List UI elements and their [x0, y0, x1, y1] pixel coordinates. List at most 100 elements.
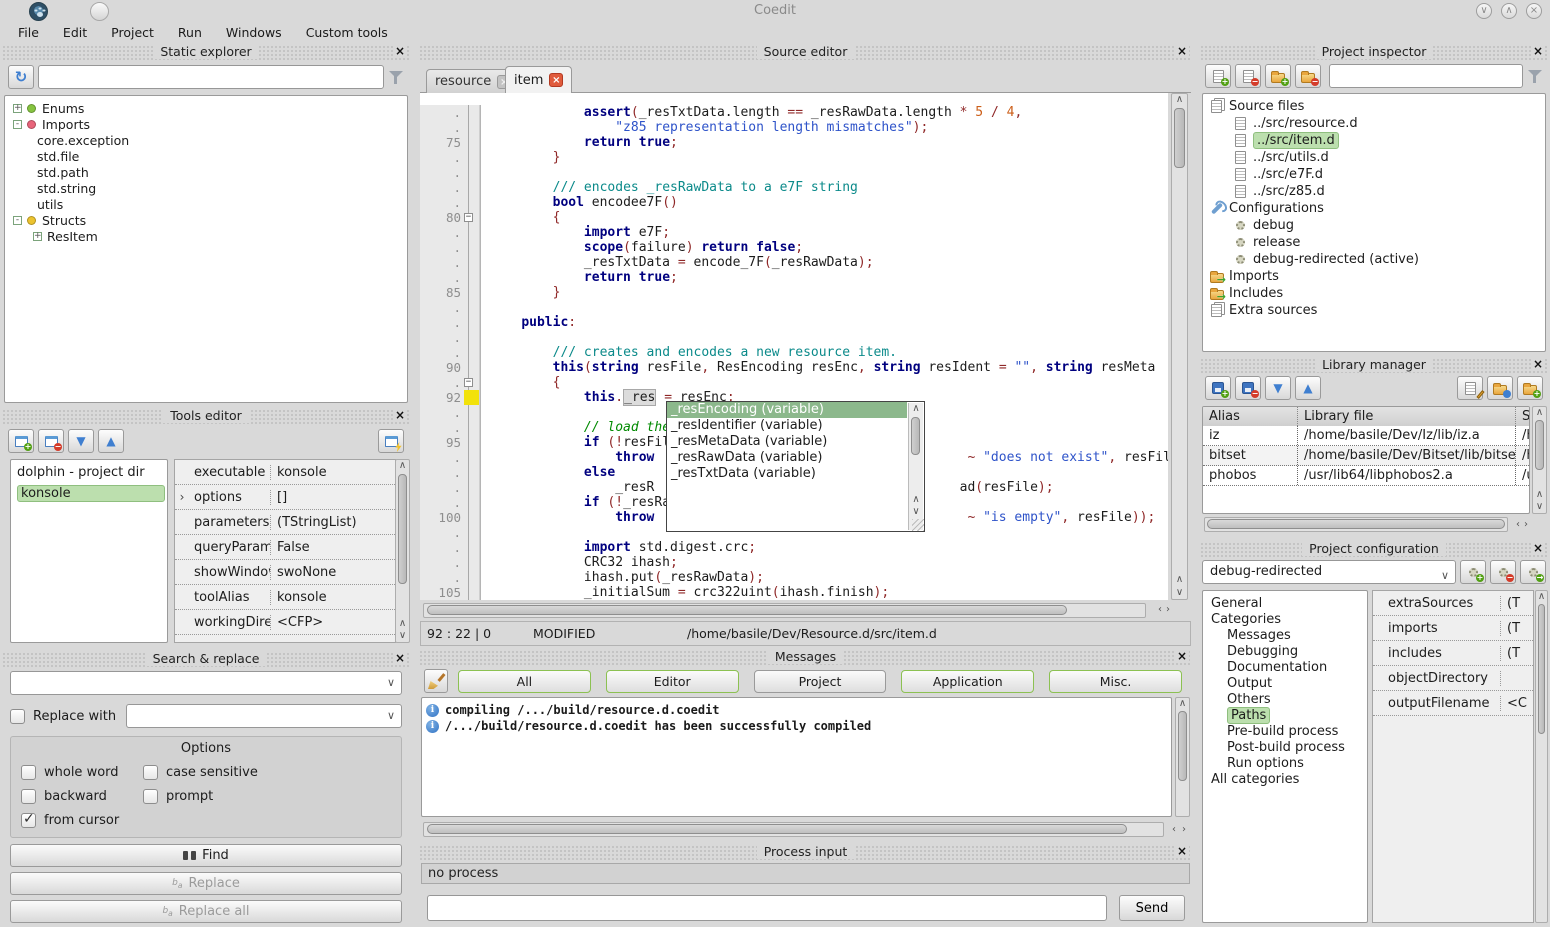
- column-header-library-file[interactable]: Library file: [1298, 407, 1516, 426]
- move-library-down-button[interactable]: ▼: [1265, 376, 1291, 400]
- fold-margin[interactable]: [464, 525, 480, 540]
- code-line[interactable]: . CRC32 ihash;: [420, 555, 1168, 570]
- category-item[interactable]: Categories: [1205, 611, 1365, 627]
- add-library-folder-button[interactable]: +: [1517, 376, 1543, 400]
- fold-margin[interactable]: [464, 195, 480, 210]
- library-vscrollbar[interactable]: ∧ ∧ ∨: [1532, 406, 1547, 514]
- property-row[interactable]: showWindowswoNone: [175, 560, 395, 585]
- message-item[interactable]: i/.../build/resource.d.coedit has been s…: [426, 718, 1167, 734]
- property-value[interactable]: (T: [1501, 621, 1533, 636]
- add-source-button[interactable]: +: [1205, 64, 1231, 88]
- project-tree-item[interactable]: debug: [1205, 217, 1543, 234]
- fold-margin[interactable]: [464, 555, 480, 570]
- property-value[interactable]: <C: [1501, 696, 1533, 711]
- filter-funnel-icon[interactable]: [388, 69, 404, 85]
- tree-item[interactable]: +Enums: [7, 100, 405, 116]
- collapse-minus-icon[interactable]: -: [13, 216, 22, 225]
- tree-item[interactable]: -Structs: [7, 212, 405, 228]
- messages-vscrollbar[interactable]: ∧: [1175, 697, 1190, 817]
- remove-tool-button[interactable]: −: [38, 429, 64, 453]
- menu-file[interactable]: File: [8, 22, 49, 43]
- category-item[interactable]: Pre-build process: [1205, 723, 1365, 739]
- project-tree-item[interactable]: ../src/item.d: [1205, 132, 1543, 149]
- fold-margin[interactable]: [464, 570, 480, 585]
- menu-custom-tools[interactable]: Custom tools: [296, 22, 398, 43]
- completion-item[interactable]: _resMetaData (variable): [667, 434, 907, 450]
- project-inspector-header[interactable]: Project inspector ×: [1200, 45, 1548, 60]
- add-config-button[interactable]: +: [1460, 560, 1486, 584]
- menu-project[interactable]: Project: [101, 22, 164, 43]
- property-value[interactable]: swoNone: [271, 565, 395, 580]
- completion-item[interactable]: _resTxtData (variable): [667, 466, 907, 482]
- property-value[interactable]: (T: [1501, 596, 1533, 611]
- fold-margin[interactable]: [464, 165, 480, 180]
- project-tree-item[interactable]: →Includes: [1205, 285, 1543, 302]
- scroll-thumb[interactable]: [1535, 420, 1544, 470]
- completion-item[interactable]: _resRawData (variable): [667, 450, 907, 466]
- scroll-thumb[interactable]: [398, 474, 407, 584]
- config-categories-tree[interactable]: GeneralCategoriesMessagesDebuggingDocume…: [1202, 590, 1368, 923]
- property-row[interactable]: objectDirectory: [1373, 666, 1533, 691]
- send-button[interactable]: Send: [1119, 895, 1185, 921]
- property-value[interactable]: <CFP>: [271, 615, 395, 630]
- category-item[interactable]: General: [1205, 595, 1365, 611]
- clear-messages-button[interactable]: [424, 669, 448, 693]
- project-tree-item[interactable]: Source files: [1205, 98, 1543, 115]
- code-line[interactable]: 80− {: [420, 210, 1168, 225]
- fold-margin[interactable]: [464, 135, 480, 150]
- library-table[interactable]: AliasLibrary fileSoiz/home/basile/Dev/Iz…: [1202, 406, 1530, 514]
- tab-close-icon[interactable]: ×: [549, 73, 563, 87]
- config-properties-grid[interactable]: extraSources(Timports(Tincludes(TobjectD…: [1372, 590, 1534, 923]
- tool-list-item[interactable]: dolphin - project dir: [13, 462, 165, 483]
- close-icon[interactable]: ×: [1531, 541, 1545, 555]
- fold-margin[interactable]: [464, 420, 480, 435]
- fold-margin[interactable]: [464, 465, 480, 480]
- filter-funnel-icon[interactable]: [1527, 68, 1543, 84]
- fold-margin[interactable]: [464, 255, 480, 270]
- fold-margin[interactable]: [464, 450, 480, 465]
- add-tool-button[interactable]: +: [8, 429, 34, 453]
- tree-item[interactable]: -Imports: [7, 116, 405, 132]
- add-folder-button[interactable]: +: [1265, 64, 1291, 88]
- completion-popup[interactable]: _resEncoding (variable)_resIdentifier (v…: [666, 401, 925, 532]
- property-row[interactable]: extraSources(T: [1373, 591, 1533, 616]
- project-configuration-header[interactable]: Project configuration ×: [1200, 542, 1548, 557]
- tools-grid-scrollbar[interactable]: ∧ ∧ ∨: [395, 459, 410, 643]
- category-item[interactable]: Documentation: [1205, 659, 1365, 675]
- remove-source-button[interactable]: −: [1235, 64, 1261, 88]
- close-icon[interactable]: ×: [1531, 44, 1545, 58]
- code-line[interactable]: . return true;: [420, 270, 1168, 285]
- fold-margin[interactable]: [464, 585, 480, 600]
- project-tree-item[interactable]: release: [1205, 234, 1543, 251]
- fold-margin[interactable]: [464, 360, 480, 375]
- code-line[interactable]: 90 this(string resFile, ResEncoding resE…: [420, 360, 1168, 375]
- completion-item[interactable]: _resEncoding (variable): [667, 402, 907, 418]
- fold-margin[interactable]: [464, 240, 480, 255]
- property-value[interactable]: (TStringList): [271, 515, 395, 530]
- remove-config-button[interactable]: −: [1490, 560, 1516, 584]
- category-item[interactable]: Post-build process: [1205, 739, 1365, 755]
- property-row[interactable]: workingDire<CFP>: [175, 610, 395, 635]
- fold-collapse-icon[interactable]: −: [464, 213, 473, 222]
- code-line[interactable]: .− {: [420, 375, 1168, 390]
- tree-item[interactable]: std.file: [7, 148, 405, 164]
- fold-margin[interactable]: [464, 285, 480, 300]
- project-tree-item[interactable]: ../src/resource.d: [1205, 115, 1543, 132]
- fold-margin[interactable]: [464, 435, 480, 450]
- checkbox[interactable]: [21, 765, 36, 780]
- code-line[interactable]: . }: [420, 150, 1168, 165]
- replace-with-checkbox[interactable]: [10, 709, 25, 724]
- config-grid-scrollbar[interactable]: ∧: [1535, 590, 1548, 923]
- tools-list[interactable]: dolphin - project dirkonsole: [10, 459, 168, 643]
- static-explorer-header[interactable]: Static explorer ×: [2, 45, 410, 60]
- messages-hscrollbar[interactable]: [423, 822, 1164, 837]
- close-icon[interactable]: ×: [1175, 44, 1189, 58]
- scroll-thumb[interactable]: [1174, 108, 1185, 168]
- code-line[interactable]: . "z85 representation length mismatches"…: [420, 120, 1168, 135]
- tree-item[interactable]: core.exception: [7, 132, 405, 148]
- tree-item[interactable]: std.path: [7, 164, 405, 180]
- process-input-header[interactable]: Process input ×: [419, 845, 1192, 860]
- code-line[interactable]: .: [420, 330, 1168, 345]
- close-icon[interactable]: ×: [1175, 649, 1189, 663]
- filter-project[interactable]: Project: [754, 670, 887, 693]
